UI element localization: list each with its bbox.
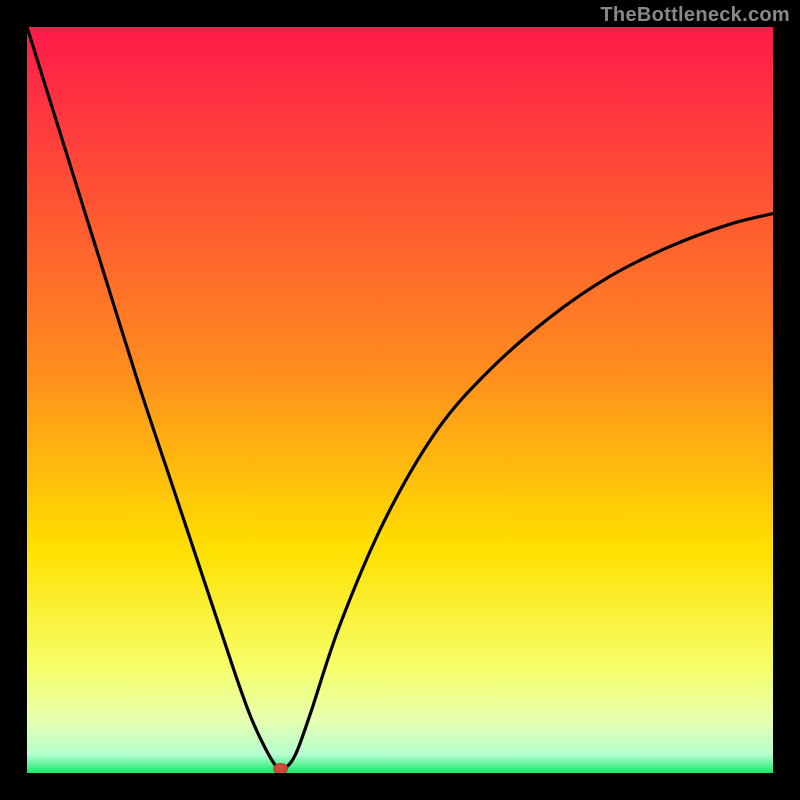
bottleneck-chart xyxy=(27,27,773,773)
chart-frame: TheBottleneck.com xyxy=(0,0,800,800)
watermark-text: TheBottleneck.com xyxy=(600,4,790,27)
plot-area xyxy=(27,27,773,773)
optimal-point-marker xyxy=(274,764,288,773)
gradient-background xyxy=(27,27,773,773)
